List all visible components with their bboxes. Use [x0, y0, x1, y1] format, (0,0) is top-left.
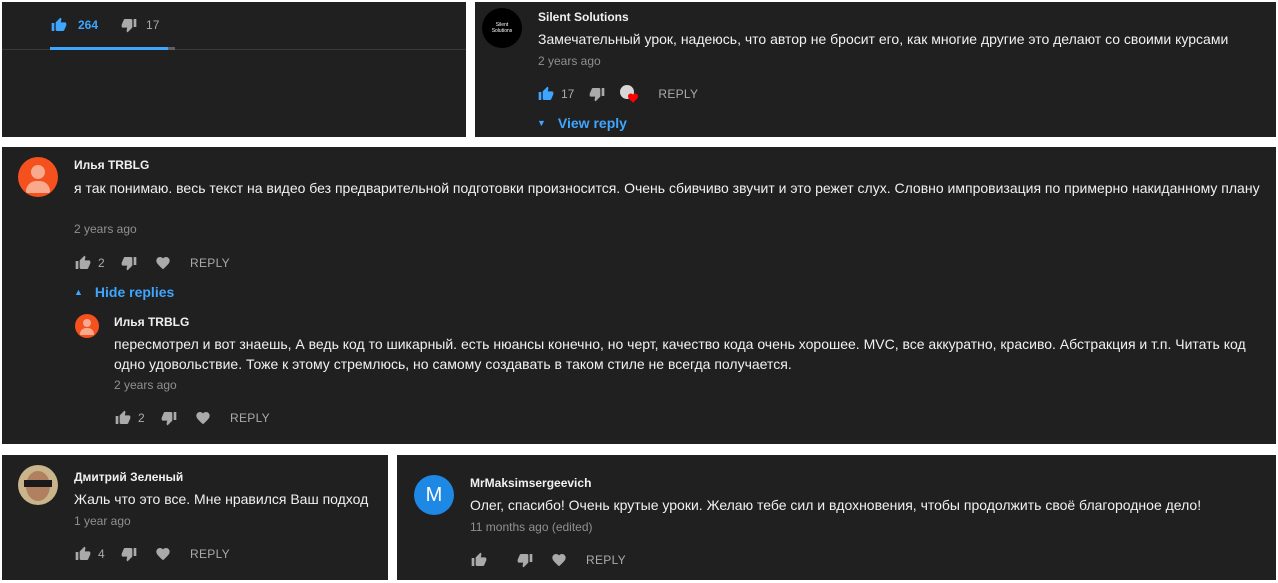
thumb-up-icon[interactable]	[74, 254, 92, 272]
like-count: 17	[561, 87, 575, 101]
like-ratio-bar	[50, 47, 175, 50]
video-like-panel: 264 17	[2, 2, 466, 137]
thumb-down-icon[interactable]	[588, 85, 606, 103]
thumb-down-icon[interactable]	[120, 254, 138, 272]
like-count: 2	[98, 256, 105, 270]
thumb-up-icon[interactable]	[50, 16, 68, 34]
avatar[interactable]	[18, 465, 58, 505]
comment-text: Олег, спасибо! Очень крутые уроки. Желаю…	[470, 497, 1202, 513]
comment-author[interactable]: Илья TRBLG	[74, 158, 149, 172]
avatar-photo-glasses	[24, 480, 52, 487]
heart-icon[interactable]	[154, 545, 172, 563]
avatar-logo-text: Silent Solutions	[491, 22, 513, 34]
default-user-body	[26, 181, 50, 193]
comment-author[interactable]: Silent Solutions	[538, 10, 629, 24]
video-dislike-count: 17	[146, 18, 160, 32]
thumb-up-icon[interactable]	[470, 551, 488, 569]
reply-author[interactable]: Илья TRBLG	[114, 315, 189, 329]
like-count: 4	[98, 547, 105, 561]
default-user-body	[80, 328, 94, 335]
comment-actions: 4 REPLY	[74, 544, 230, 564]
thumb-down-icon[interactable]	[160, 409, 178, 427]
reply-button[interactable]: REPLY	[658, 87, 698, 101]
view-replies-label: View reply	[557, 115, 627, 131]
comment-text: Жаль что это все. Мне нравился Ваш подхо…	[74, 491, 369, 507]
avatar[interactable]: M	[414, 475, 454, 515]
comment-actions: 17 REPLY	[537, 84, 698, 104]
default-user-icon	[83, 319, 91, 327]
heart-icon[interactable]	[550, 551, 568, 569]
reply-button[interactable]: REPLY	[586, 553, 626, 567]
comment-author[interactable]: Дмитрий Зеленый	[74, 470, 183, 484]
reply-button[interactable]: REPLY	[190, 256, 230, 270]
hide-replies-button[interactable]: ▲ Hide replies	[74, 284, 174, 300]
comment-author[interactable]: MrMaksimsergeevich	[470, 476, 591, 490]
avatar[interactable]	[18, 157, 58, 197]
thumb-up-icon[interactable]	[114, 409, 132, 427]
comment-card: M MrMaksimsergeevich Олег, спасибо! Очен…	[397, 455, 1276, 580]
video-like-bar: 264 17	[50, 15, 173, 35]
reply-text: пересмотрел и вот знаешь, А ведь код то …	[114, 336, 1246, 372]
like-ratio-fill	[50, 47, 168, 50]
video-like-count: 264	[78, 18, 99, 32]
comment-timestamp[interactable]: 1 year ago	[74, 514, 131, 528]
thumb-up-icon[interactable]	[537, 85, 555, 103]
hide-replies-label: Hide replies	[94, 284, 175, 300]
reply-button[interactable]: REPLY	[230, 411, 270, 425]
thumb-down-icon[interactable]	[120, 545, 138, 563]
comment-actions: 2 REPLY	[74, 253, 230, 273]
comment-card: Дмитрий Зеленый Жаль что это все. Мне нр…	[2, 455, 388, 580]
thumb-down-icon[interactable]	[120, 16, 138, 34]
view-replies-button[interactable]: ▼ View reply	[537, 115, 627, 131]
creator-heart-badge	[620, 85, 639, 103]
heart-icon[interactable]	[154, 254, 172, 272]
triangle-up-icon: ▲	[74, 287, 83, 297]
default-user-icon	[31, 165, 45, 179]
comment-text: я так понимаю. весь текст на видео без п…	[74, 180, 1260, 196]
avatar[interactable]: Silent Solutions	[482, 8, 522, 48]
reply-timestamp[interactable]: 2 years ago	[114, 378, 177, 392]
triangle-down-icon: ▼	[537, 118, 546, 128]
thumb-down-icon[interactable]	[516, 551, 534, 569]
reply-button[interactable]: REPLY	[190, 547, 230, 561]
comment-timestamp[interactable]: 11 months ago (edited)	[470, 520, 593, 534]
reply-actions: 2 REPLY	[114, 408, 270, 428]
reply-avatar[interactable]	[75, 314, 99, 338]
comment-actions: REPLY	[470, 550, 626, 570]
avatar-letter: M	[425, 483, 443, 506]
comment-card: Silent Solutions Silent Solutions Замеча…	[475, 2, 1276, 137]
comment-thread: Илья TRBLG я так понимаю. весь текст на …	[2, 147, 1276, 444]
comment-timestamp[interactable]: 2 years ago	[74, 222, 137, 236]
heart-icon	[627, 91, 639, 103]
like-count: 2	[138, 411, 145, 425]
comment-text: Замечательный урок, надеюсь, что автор н…	[538, 31, 1229, 47]
heart-icon[interactable]	[194, 409, 212, 427]
comment-timestamp[interactable]: 2 years ago	[538, 54, 601, 68]
thumb-up-icon[interactable]	[74, 545, 92, 563]
